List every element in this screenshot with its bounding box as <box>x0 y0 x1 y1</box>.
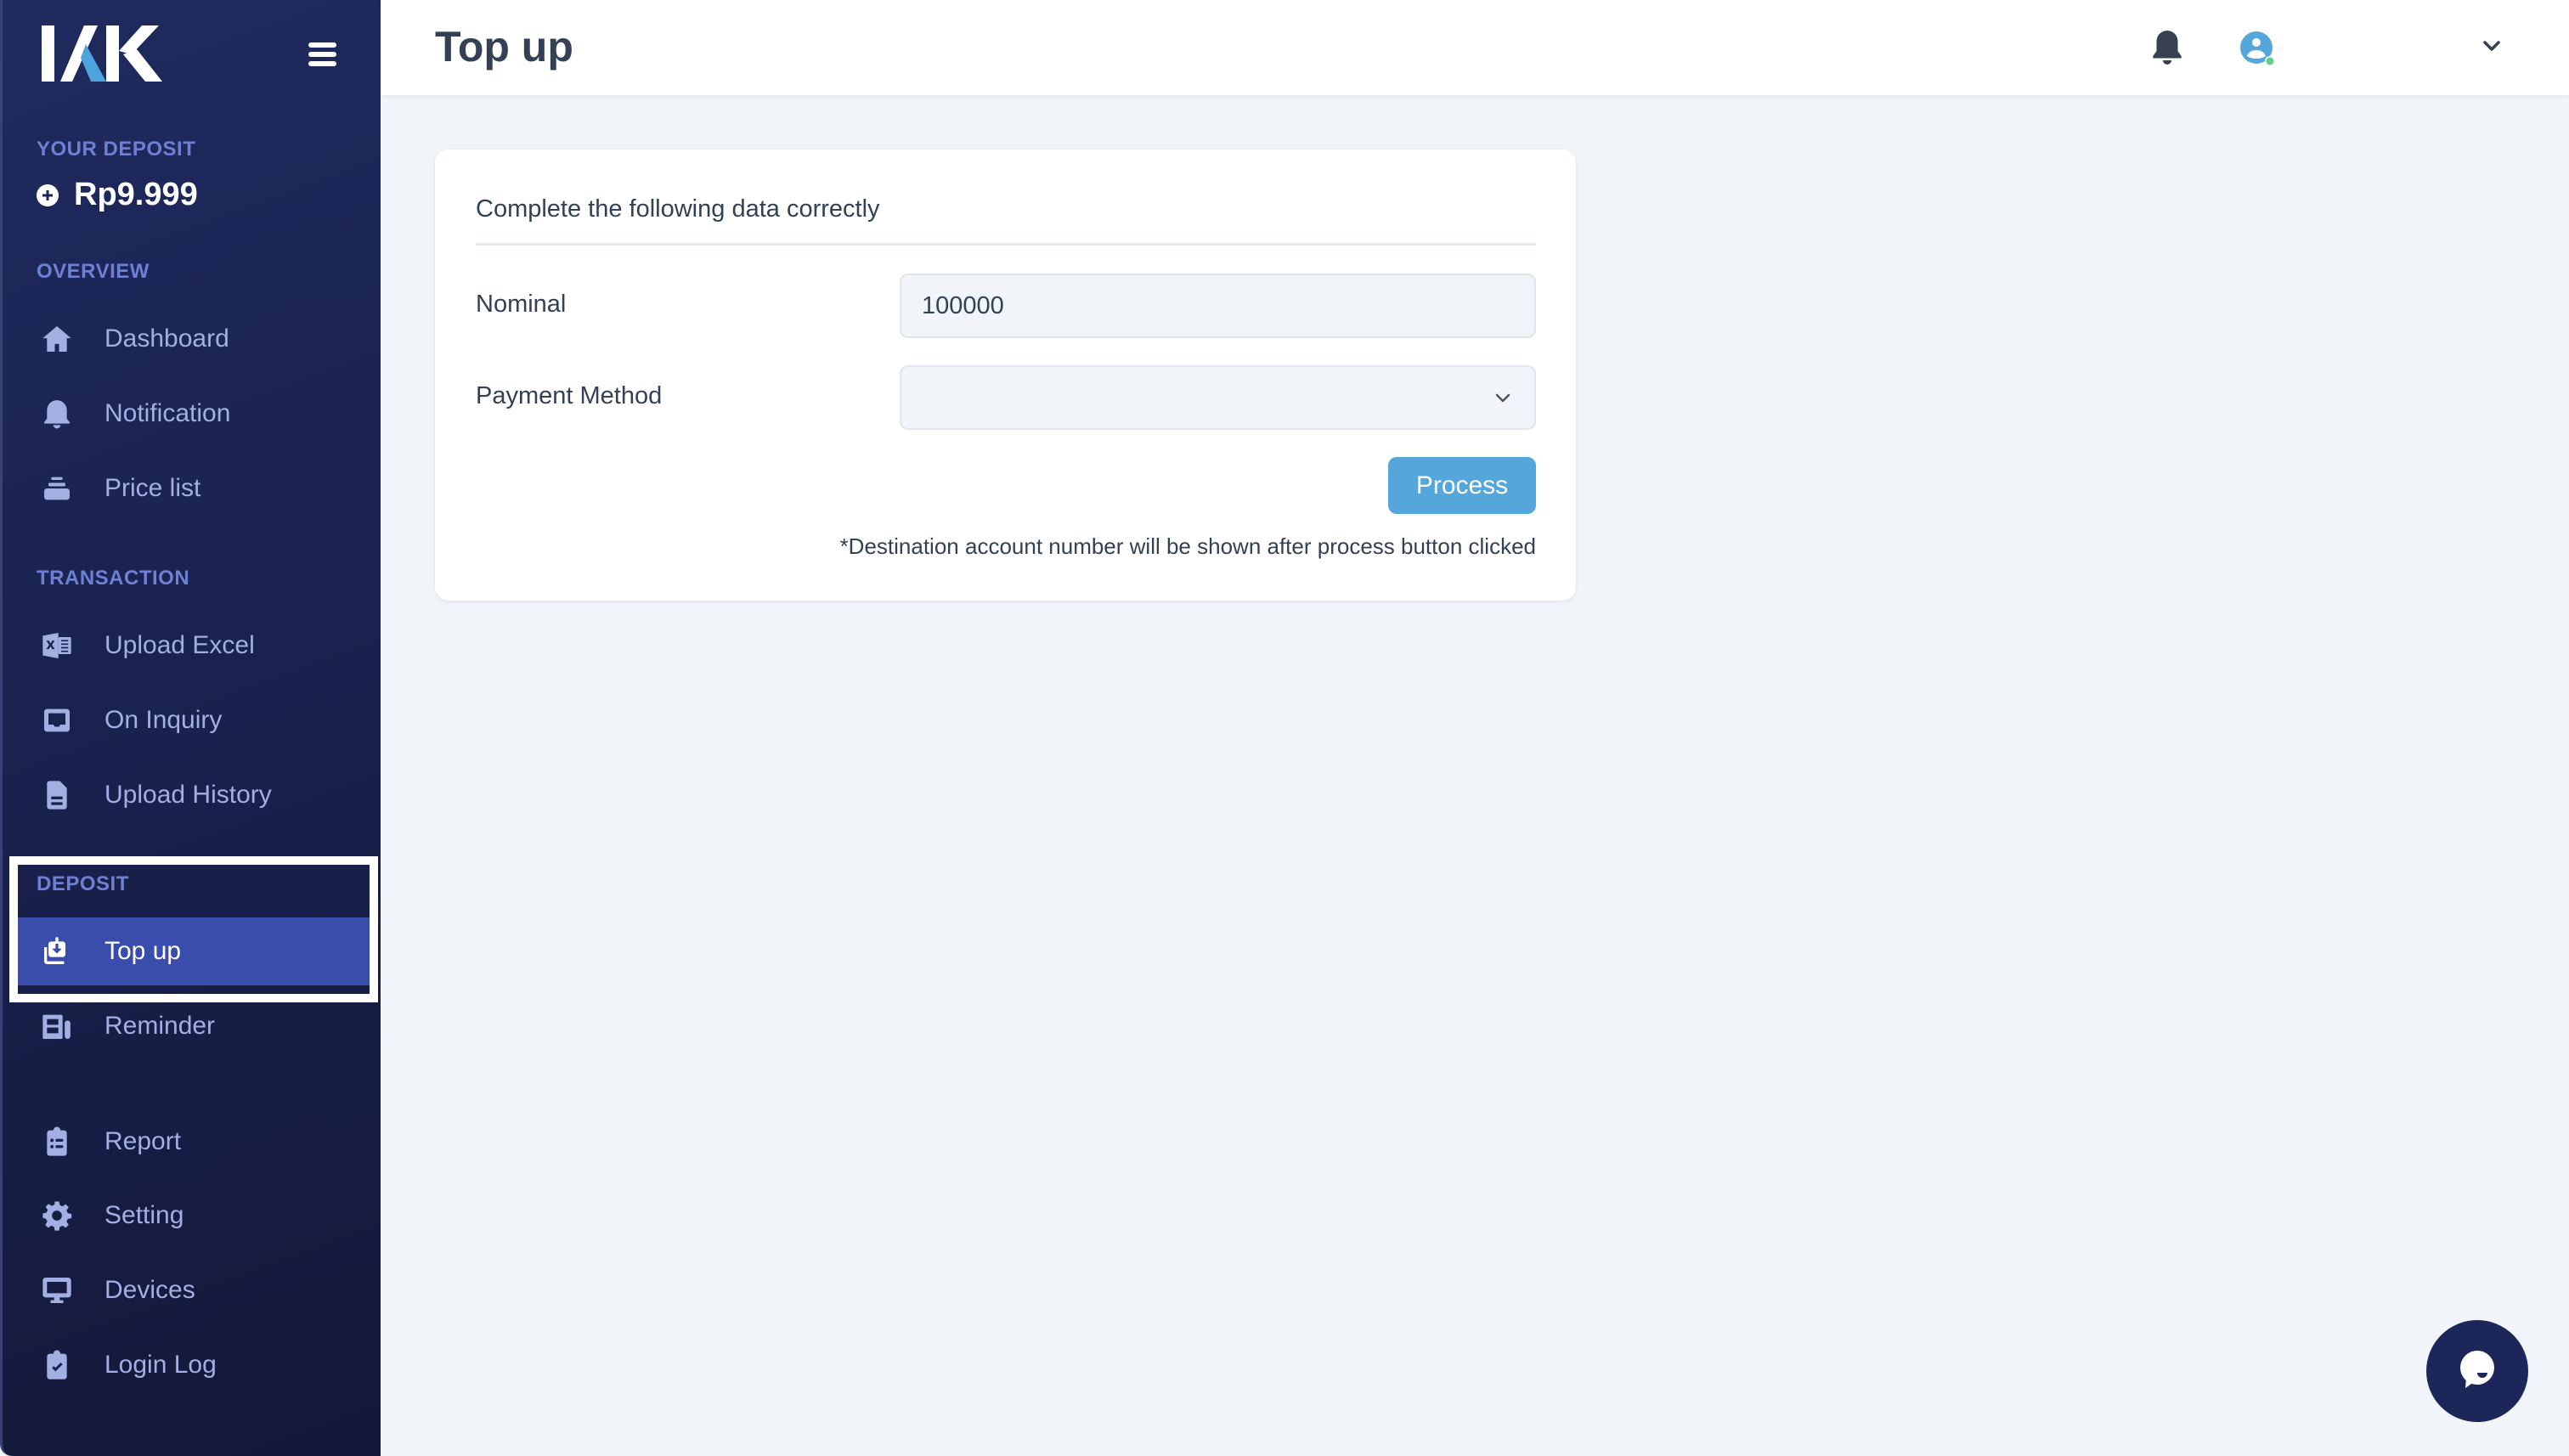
menu-toggle-button[interactable] <box>305 39 339 70</box>
sidebar-item-devices[interactable]: Devices <box>14 1256 371 1324</box>
sidebar-item-setting[interactable]: Setting <box>14 1182 371 1250</box>
iak-logo[interactable] <box>42 25 162 82</box>
monitor-icon <box>38 1272 76 1309</box>
sidebar-item-login-log[interactable]: Login Log <box>14 1331 371 1399</box>
payment-method-select[interactable] <box>900 365 1536 430</box>
process-button[interactable]: Process <box>1388 457 1536 514</box>
section-overview: OVERVIEW <box>37 260 150 283</box>
notification-bell-icon[interactable] <box>2150 29 2184 66</box>
add-deposit-icon[interactable] <box>37 183 59 206</box>
download-tray-icon <box>38 933 76 970</box>
document-icon <box>38 776 76 814</box>
sidebar-item-label: Setting <box>104 1201 184 1229</box>
sidebar-item-reminder[interactable]: Reminder <box>14 992 371 1060</box>
deposit-amount: Rp9.999 <box>74 177 198 212</box>
form-title: Complete the following data correctly <box>476 195 880 223</box>
excel-icon <box>38 627 76 664</box>
sidebar-item-label: Report <box>104 1127 182 1155</box>
sidebar-item-price-list[interactable]: Price list <box>14 454 371 522</box>
page-title: Top up <box>435 23 573 71</box>
sidebar-item-report[interactable]: Report <box>14 1108 371 1176</box>
home-icon <box>38 320 76 358</box>
nominal-field-wrapper <box>900 274 1536 338</box>
stack-icon <box>38 470 76 507</box>
sidebar-item-label: Upload History <box>104 781 272 809</box>
nominal-input[interactable] <box>901 275 1534 336</box>
sidebar-item-label: Upload Excel <box>104 631 255 659</box>
form-divider <box>476 243 1536 245</box>
clipboard-check-icon <box>38 1346 76 1384</box>
sidebar-item-upload-history[interactable]: Upload History <box>14 761 371 829</box>
sidebar-item-label: On Inquiry <box>104 706 223 734</box>
user-menu-chevron-down-icon[interactable] <box>2481 37 2503 54</box>
live-chat-button[interactable] <box>2426 1320 2528 1422</box>
sidebar-item-top-up[interactable]: Top up <box>14 917 371 985</box>
section-transaction: TRANSACTION <box>37 567 190 590</box>
top-header: Top up <box>381 0 2569 95</box>
sidebar-item-label: Notification <box>104 399 231 427</box>
gear-icon <box>38 1197 76 1234</box>
sidebar: YOUR DEPOSIT Rp9.999 OVERVIEW Dashboard … <box>0 0 381 1456</box>
clipboard-list-icon <box>38 1123 76 1160</box>
sidebar-item-label: Dashboard <box>104 324 229 353</box>
destination-account-note: *Destination account number will be show… <box>839 533 1536 559</box>
nominal-label: Nominal <box>476 291 567 318</box>
sidebar-item-notification[interactable]: Notification <box>14 380 371 448</box>
chat-bubble-icon <box>2460 1351 2494 1388</box>
inbox-icon <box>38 702 76 739</box>
sidebar-item-label: Top up <box>104 937 182 965</box>
sidebar-item-label: Reminder <box>104 1012 216 1040</box>
chevron-down-icon <box>1495 393 1510 403</box>
topup-form-card: Complete the following data correctly No… <box>435 150 1576 601</box>
deposit-balance[interactable]: Rp9.999 <box>37 177 198 213</box>
bell-icon <box>38 395 76 432</box>
sidebar-item-upload-excel[interactable]: Upload Excel <box>14 612 371 680</box>
sidebar-item-label: Price list <box>104 474 201 502</box>
section-deposit: DEPOSIT <box>37 872 129 895</box>
sidebar-item-on-inquiry[interactable]: On Inquiry <box>14 686 371 754</box>
sidebar-item-label: Devices <box>104 1276 195 1304</box>
deposit-label: YOUR DEPOSIT <box>37 138 196 161</box>
sidebar-item-dashboard[interactable]: Dashboard <box>14 305 371 373</box>
sidebar-item-label: Login Log <box>104 1351 217 1379</box>
payment-method-label: Payment Method <box>476 382 663 409</box>
user-avatar-icon[interactable] <box>2239 31 2277 68</box>
reminder-icon <box>38 1007 76 1045</box>
